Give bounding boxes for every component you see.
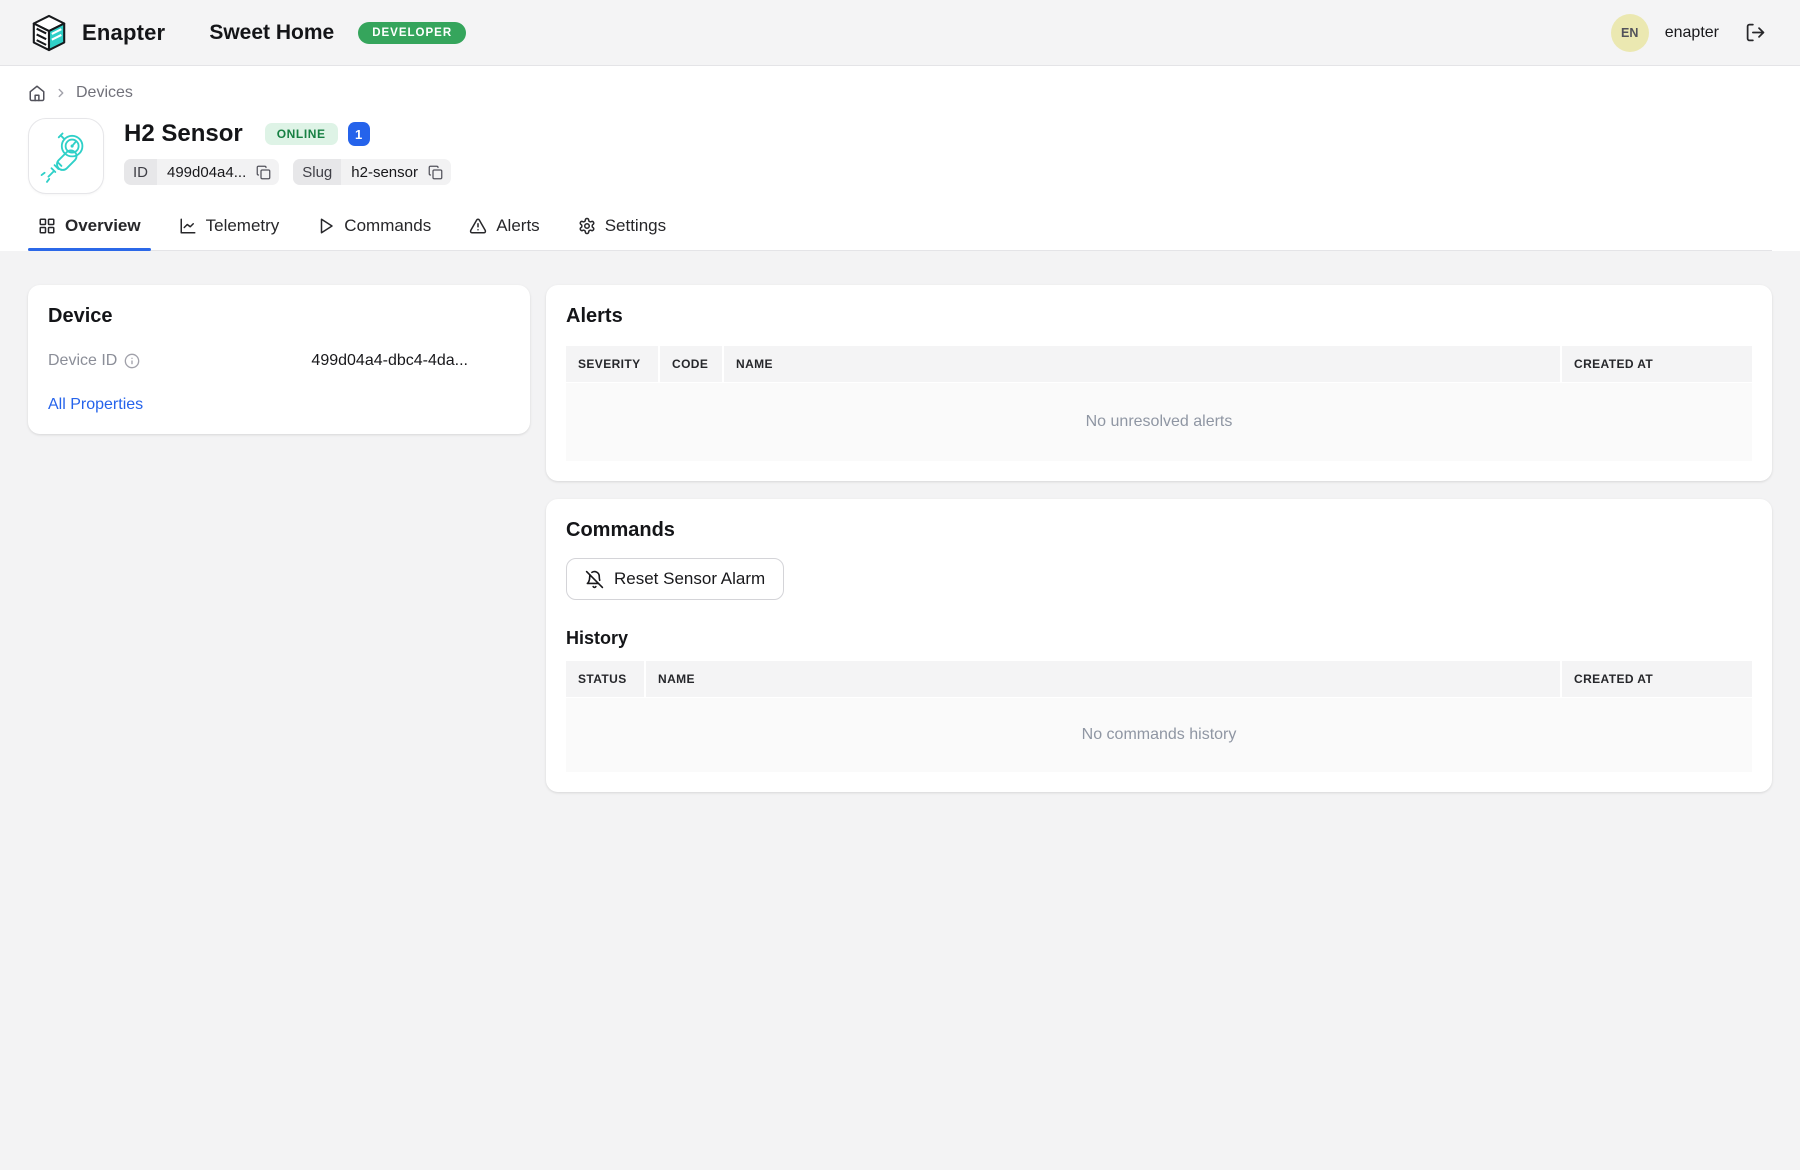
column-status: STATUS bbox=[566, 661, 644, 697]
tab-settings[interactable]: Settings bbox=[568, 212, 676, 250]
warning-triangle-icon bbox=[469, 217, 487, 235]
workspace-name[interactable]: Sweet Home bbox=[209, 21, 334, 45]
history-table-header: STATUS NAME CREATED AT bbox=[566, 661, 1752, 697]
device-id-pill: ID 499d04a4... bbox=[124, 159, 279, 185]
commands-card-title: Commands bbox=[566, 519, 1752, 542]
device-gauge-icon bbox=[37, 127, 95, 185]
brand-name: Enapter bbox=[82, 20, 165, 46]
column-code: CODE bbox=[660, 346, 722, 382]
tab-alerts-label: Alerts bbox=[496, 216, 539, 236]
user-avatar[interactable]: EN bbox=[1611, 14, 1649, 52]
device-id-label: Device ID bbox=[48, 352, 117, 370]
tab-commands-label: Commands bbox=[344, 216, 431, 236]
brand[interactable]: Enapter bbox=[30, 14, 165, 52]
tab-telemetry[interactable]: Telemetry bbox=[169, 212, 290, 250]
device-header-band: Devices bbox=[0, 66, 1800, 251]
copy-device-id-button[interactable] bbox=[256, 159, 279, 185]
device-slug-pill-label: Slug bbox=[293, 159, 341, 185]
device-tabs: Overview Telemetry Commands bbox=[28, 212, 1772, 251]
overview-content: Device Device ID 499d04a4-dbc4-4da... Al… bbox=[0, 251, 1800, 792]
history-table: STATUS NAME CREATED AT No commands histo… bbox=[566, 661, 1752, 772]
gear-icon bbox=[578, 217, 596, 235]
device-meta-pills: ID 499d04a4... Slug h2-sensor bbox=[124, 159, 451, 185]
device-card-title: Device bbox=[48, 305, 510, 328]
tab-settings-label: Settings bbox=[605, 216, 666, 236]
tab-telemetry-label: Telemetry bbox=[206, 216, 280, 236]
home-icon[interactable] bbox=[28, 84, 46, 102]
username[interactable]: enapter bbox=[1665, 24, 1719, 42]
bell-off-icon bbox=[585, 570, 604, 589]
reset-sensor-alarm-button[interactable]: Reset Sensor Alarm bbox=[566, 558, 784, 600]
column-created-at: CREATED AT bbox=[1562, 346, 1752, 382]
tab-alerts[interactable]: Alerts bbox=[459, 212, 549, 250]
device-id-pill-value: 499d04a4... bbox=[157, 164, 256, 181]
tab-overview-label: Overview bbox=[65, 216, 141, 236]
column-severity: SEVERITY bbox=[566, 346, 658, 382]
logout-icon bbox=[1745, 22, 1766, 43]
enapter-logo-icon bbox=[30, 14, 68, 52]
tab-commands[interactable]: Commands bbox=[307, 212, 441, 250]
device-slug-pill: Slug h2-sensor bbox=[293, 159, 451, 185]
device-title: H2 Sensor bbox=[124, 120, 243, 148]
copy-icon bbox=[256, 165, 271, 180]
history-title: History bbox=[566, 628, 1752, 649]
tab-overview[interactable]: Overview bbox=[28, 212, 151, 250]
play-icon bbox=[317, 217, 335, 235]
device-avatar bbox=[28, 118, 104, 194]
grid-icon bbox=[38, 217, 56, 235]
all-properties-link[interactable]: All Properties bbox=[48, 396, 143, 414]
alerts-card: Alerts SEVERITY CODE NAME CREATED AT No … bbox=[546, 285, 1772, 481]
reset-sensor-alarm-label: Reset Sensor Alarm bbox=[614, 569, 765, 589]
topbar: Enapter Sweet Home DEVELOPER EN enapter bbox=[0, 0, 1800, 66]
breadcrumb: Devices bbox=[28, 66, 1772, 102]
device-slug-pill-value: h2-sensor bbox=[341, 164, 428, 181]
history-empty-state: No commands history bbox=[566, 698, 1752, 772]
column-name: NAME bbox=[646, 661, 1560, 697]
info-icon[interactable] bbox=[124, 353, 140, 369]
device-id-pill-label: ID bbox=[124, 159, 157, 185]
commands-card: Commands Reset Sensor Alarm History STAT… bbox=[546, 499, 1772, 792]
chart-line-icon bbox=[179, 217, 197, 235]
device-id-value: 499d04a4-dbc4-4da... bbox=[311, 352, 510, 370]
alerts-card-title: Alerts bbox=[566, 305, 1752, 328]
developer-badge: DEVELOPER bbox=[358, 22, 466, 44]
copy-icon bbox=[428, 165, 443, 180]
topbar-user-area: EN enapter bbox=[1611, 14, 1770, 52]
copy-slug-button[interactable] bbox=[428, 159, 451, 185]
alerts-table-header: SEVERITY CODE NAME CREATED AT bbox=[566, 346, 1752, 382]
device-id-row: Device ID 499d04a4-dbc4-4da... bbox=[48, 352, 510, 370]
breadcrumb-devices[interactable]: Devices bbox=[76, 84, 133, 102]
online-status-badge: ONLINE bbox=[265, 123, 338, 145]
logout-button[interactable] bbox=[1741, 18, 1770, 47]
alert-count-badge[interactable]: 1 bbox=[348, 122, 370, 146]
alerts-table: SEVERITY CODE NAME CREATED AT No unresol… bbox=[566, 346, 1752, 461]
alerts-empty-state: No unresolved alerts bbox=[566, 383, 1752, 461]
device-header: H2 Sensor ONLINE 1 ID 499d04a4... bbox=[28, 118, 1772, 194]
column-created-at: CREATED AT bbox=[1562, 661, 1752, 697]
device-card: Device Device ID 499d04a4-dbc4-4da... Al… bbox=[28, 285, 530, 434]
column-name: NAME bbox=[724, 346, 1560, 382]
chevron-right-icon bbox=[54, 86, 68, 100]
